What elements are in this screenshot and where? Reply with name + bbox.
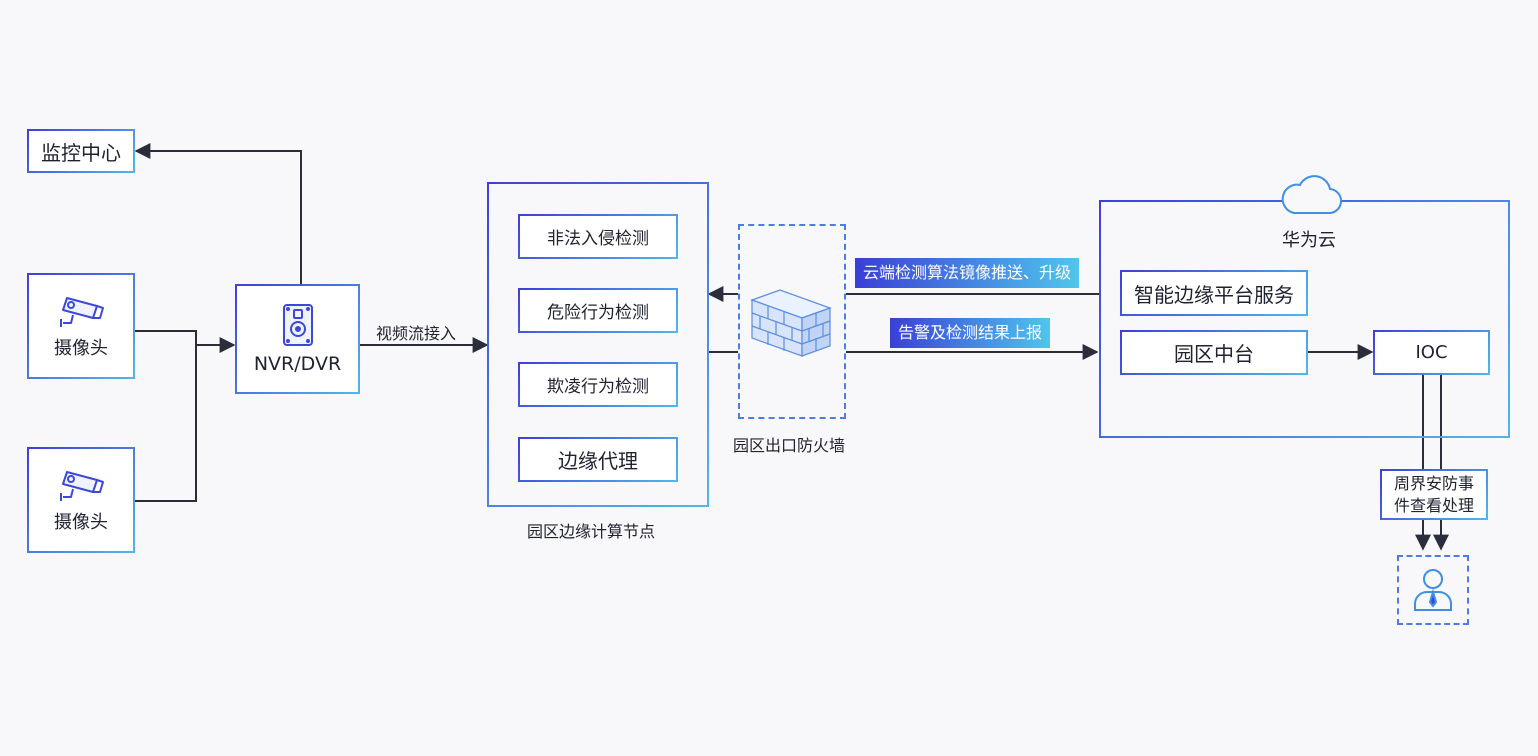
- camera-label: 摄像头: [54, 512, 108, 533]
- monitor-center-box: 监控中心: [27, 129, 135, 173]
- ief-service-box: 智能边缘平台服务: [1120, 270, 1308, 316]
- edge-item-label: 边缘代理: [558, 449, 638, 473]
- nvr-label: NVR/DVR: [253, 353, 342, 375]
- user-icon: [1414, 569, 1452, 611]
- hard-drive-icon: [282, 304, 313, 346]
- ioc-box: IOC: [1373, 330, 1490, 375]
- nvr-to-monitor-arrow: [134, 143, 302, 284]
- architecture-diagram: 监控中心 摄像头 摄像头 NVR/DVR 视频流接入 非法入侵检测 危险行为检测…: [0, 0, 1538, 756]
- camera-1-link: [134, 330, 197, 345]
- event-handling-box: 周界安防事 件查看处理: [1380, 469, 1488, 520]
- push-upgrade-tag: 云端检测算法镜像推送、升级: [855, 258, 1080, 288]
- camera-label: 摄像头: [54, 338, 108, 359]
- edge-node-caption: 园区边缘计算节点: [527, 522, 656, 541]
- edge-item-intrusion: 非法入侵检测: [518, 214, 678, 259]
- edge-item-danger: 危险行为检测: [518, 288, 678, 333]
- monitor-center-label: 监控中心: [41, 140, 121, 165]
- ief-service-label: 智能边缘平台服务: [1134, 282, 1294, 307]
- cloud-title: 华为云: [1282, 230, 1336, 251]
- ioc-label: IOC: [1415, 342, 1448, 363]
- firewall-icon: [750, 289, 832, 357]
- edge-item-label: 欺凌行为检测: [547, 377, 649, 397]
- edge-item-label: 非法入侵检测: [547, 229, 649, 249]
- camera-2-link: [134, 345, 197, 502]
- middle-platform-label: 园区中台: [1174, 342, 1254, 366]
- edge-item-label: 危险行为检测: [547, 303, 649, 323]
- event-handling-line1: 周界安防事: [1393, 473, 1474, 493]
- cloud-icon: [1281, 175, 1342, 215]
- nvr-box: NVR/DVR: [235, 284, 360, 394]
- edge-item-agent: 边缘代理: [518, 437, 678, 482]
- middle-platform-box: 园区中台: [1120, 330, 1308, 375]
- camera-icon: [60, 297, 104, 327]
- camera-icon: [60, 471, 104, 501]
- camera-box-1: 摄像头: [27, 273, 135, 379]
- video-stream-label: 视频流接入: [376, 324, 457, 343]
- alarm-report-tag: 告警及检测结果上报: [890, 318, 1051, 348]
- event-handling-line2: 件查看处理: [1393, 495, 1474, 515]
- camera-box-2: 摄像头: [27, 447, 135, 553]
- edge-item-bullying: 欺凌行为检测: [518, 362, 678, 407]
- firewall-caption: 园区出口防火墙: [733, 436, 846, 455]
